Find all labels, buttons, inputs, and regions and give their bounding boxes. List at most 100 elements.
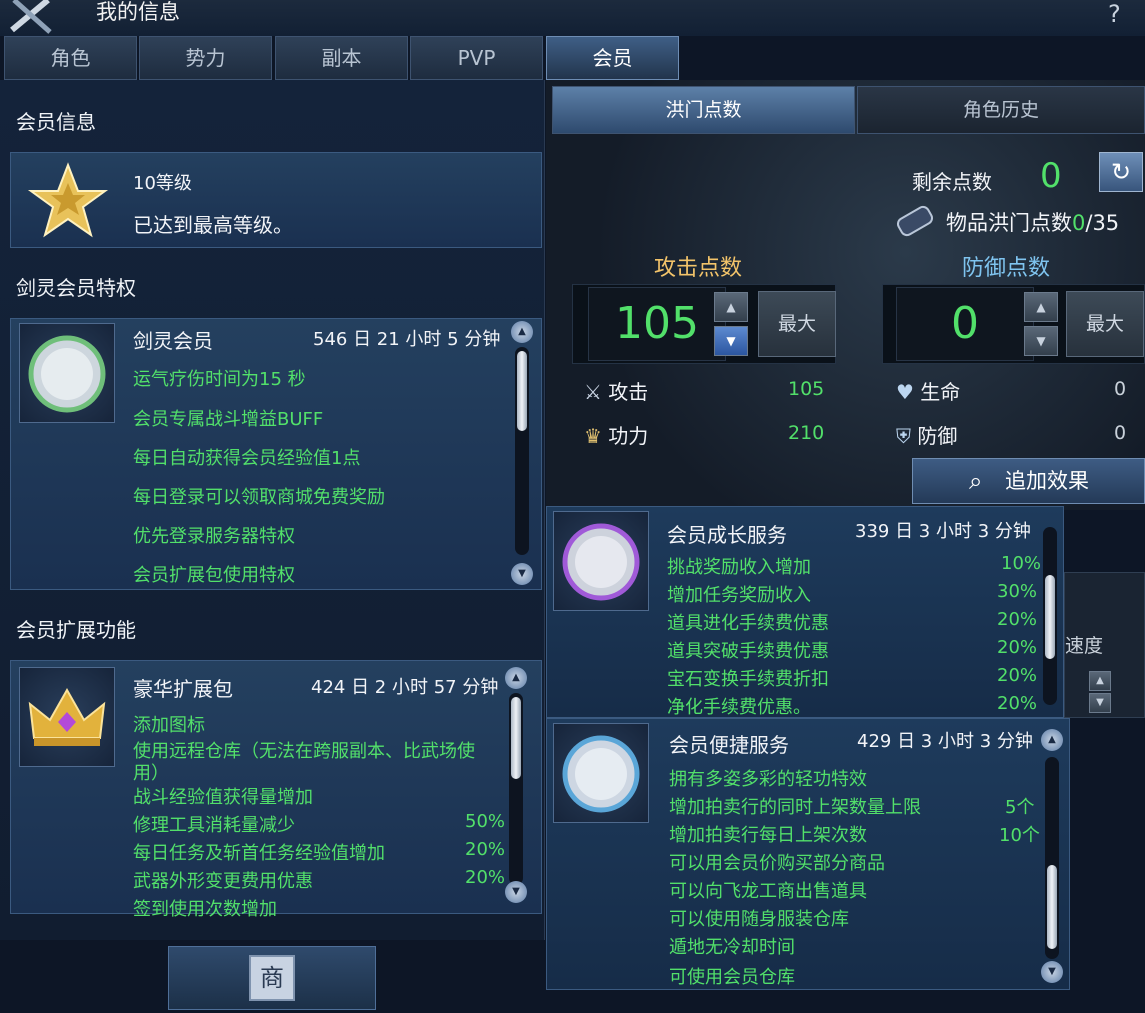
privilege-name: 剑灵会员 <box>133 329 213 353</box>
convenience-line: 拥有多姿多彩的轻功特效 <box>669 769 867 790</box>
convenience-line: 遁地无冷却时间 <box>669 937 795 958</box>
convenience-time: 429 日 3 小时 3 分钟 <box>857 731 1033 752</box>
growth-line: 挑战奖励收入增加 <box>667 557 811 578</box>
attack-decrease-button[interactable]: ▼ <box>714 326 748 356</box>
tab-membership[interactable]: 会员 <box>546 36 679 80</box>
defense-stat-row: ⛨ 防御 <box>896 420 957 449</box>
privilege-line: 每日自动获得会员经验值1点 <box>133 448 361 469</box>
scroll-thumb[interactable] <box>1047 865 1057 949</box>
scroll-up-button[interactable]: ▲ <box>511 321 533 343</box>
growth-value: 20% <box>997 637 1038 658</box>
extension-scrollbar[interactable] <box>509 693 523 885</box>
defense-max-button[interactable]: 最大 <box>1066 291 1144 357</box>
health-stat-label: 生命 <box>920 380 961 404</box>
extension-value: 20% <box>465 867 506 888</box>
scroll-up-button[interactable]: ▲ <box>1041 729 1063 751</box>
defense-increase-button[interactable]: ▲ <box>1024 292 1058 322</box>
defense-decrease-button[interactable]: ▼ <box>1024 326 1058 356</box>
scroll-down-button[interactable]: ▼ <box>1041 961 1063 983</box>
extension-line: 战斗经验值获得量增加 <box>133 787 313 808</box>
remaining-points-label: 剩余点数 <box>912 170 992 194</box>
power-stat-value: 210 <box>788 422 825 444</box>
growth-value: 30% <box>997 581 1038 602</box>
convenience-name: 会员便捷服务 <box>669 733 789 757</box>
convenience-scrollbar[interactable] <box>1045 757 1059 959</box>
reset-icon[interactable]: ↻ <box>1099 152 1143 192</box>
item-points-max: /35 <box>1085 211 1120 235</box>
scroll-thumb[interactable] <box>517 351 527 431</box>
growth-emblem-icon <box>553 511 649 611</box>
growth-line: 道具突破手续费优惠 <box>667 641 829 662</box>
add-effect-button[interactable]: ⌕ 追加效果 <box>912 458 1145 504</box>
convenience-value: 10个 <box>999 825 1040 846</box>
extension-line: 修理工具消耗量减少 <box>133 815 295 836</box>
extension-card: 豪华扩展包 424 日 2 小时 57 分钟 添加图标 使用远程仓库（无法在跨服… <box>10 660 542 920</box>
scroll-up-button[interactable]: ▲ <box>505 667 527 689</box>
privilege-scrollbar[interactable] <box>515 347 529 555</box>
attack-increase-button[interactable]: ▲ <box>714 292 748 322</box>
defense-points-title: 防御点数 <box>962 256 1051 281</box>
star-badge-icon <box>27 162 109 238</box>
extension-title: 会员扩展功能 <box>16 618 136 642</box>
level-label: 10等级 <box>133 173 192 194</box>
extension-line: 使用远程仓库（无法在跨服副本、比武场使 <box>133 741 475 762</box>
level-description: 已达到最高等级。 <box>133 213 293 237</box>
extension-name: 豪华扩展包 <box>133 677 233 701</box>
tab-character-history[interactable]: 角色历史 <box>857 86 1145 134</box>
attack-stat-label: 攻击 <box>608 380 649 404</box>
extension-value: 50% <box>465 811 506 832</box>
item-points-label: 物品洪门点数 <box>946 211 1072 235</box>
fragment-down-button[interactable]: ▼ <box>1089 693 1111 713</box>
privilege-line: 优先登录服务器特权 <box>133 526 295 547</box>
help-icon[interactable]: ? <box>1108 0 1121 28</box>
fragment-up-button[interactable]: ▲ <box>1089 671 1111 691</box>
privilege-line: 每日登录可以领取商城免费奖励 <box>133 487 385 508</box>
convenience-line: 可以用会员价购买部分商品 <box>669 853 885 874</box>
attack-points-title: 攻击点数 <box>654 256 743 281</box>
item-points-row: 物品洪门点数0/35 <box>946 207 1119 237</box>
crossed-swords-icon <box>10 0 52 34</box>
item-points-value: 0 <box>1072 211 1086 235</box>
add-effect-label: 追加效果 <box>1005 469 1089 493</box>
scroll-down-button[interactable]: ▼ <box>511 563 533 585</box>
sword-icon: ⚔ <box>584 380 602 404</box>
convenience-line: 可以使用随身服装仓库 <box>669 909 849 930</box>
convenience-value: 5个 <box>1005 797 1035 818</box>
tab-character[interactable]: 角色 <box>4 36 137 80</box>
scroll-item-icon <box>896 205 934 237</box>
scroll-thumb[interactable] <box>1045 575 1055 659</box>
shop-button[interactable]: 商 <box>168 946 376 1010</box>
scroll-down-button[interactable]: ▼ <box>505 881 527 903</box>
extension-value: 20% <box>465 839 506 860</box>
crown-small-icon: ♛ <box>584 424 602 448</box>
growth-line: 增加任务奖励收入 <box>667 585 811 606</box>
shield-icon: ⛨ <box>896 424 911 448</box>
growth-scrollbar[interactable] <box>1043 527 1057 705</box>
extension-line: 每日任务及斩首任务经验值增加 <box>133 843 385 864</box>
attack-value: 105 <box>588 287 726 361</box>
tab-hongmen-points[interactable]: 洪门点数 <box>552 86 855 134</box>
extension-line: 武器外形变更费用优惠 <box>133 871 313 892</box>
growth-service-card: 会员成长服务 339 日 3 小时 3 分钟 挑战奖励收入增加 10% 增加任务… <box>546 506 1064 718</box>
tab-dungeon[interactable]: 副本 <box>275 36 408 80</box>
member-emblem-icon <box>19 323 115 423</box>
growth-line: 净化手续费优惠。 <box>667 697 811 718</box>
convenience-service-card: 会员便捷服务 429 日 3 小时 3 分钟 拥有多姿多彩的轻功特效 增加拍卖行… <box>546 718 1070 990</box>
growth-value: 20% <box>997 693 1038 714</box>
title-bar: 我的信息 ? <box>0 0 1145 36</box>
member-info-title: 会员信息 <box>16 110 96 134</box>
growth-time: 339 日 3 小时 3 分钟 <box>855 521 1031 542</box>
scroll-thumb[interactable] <box>511 697 521 779</box>
growth-name: 会员成长服务 <box>667 523 787 547</box>
window-title: 我的信息 <box>96 0 180 24</box>
growth-value: 20% <box>997 665 1038 686</box>
power-stat-label: 功力 <box>608 424 649 448</box>
power-stat-row: ♛ 功力 <box>584 420 648 449</box>
heart-icon: ♥ <box>896 380 914 404</box>
privilege-line: 会员专属战斗增益BUFF <box>133 409 324 430</box>
tab-faction[interactable]: 势力 <box>139 36 272 80</box>
tab-pvp[interactable]: PVP <box>410 36 543 80</box>
background-panel-fragment: 速度 ▲ ▼ <box>1064 572 1145 718</box>
growth-value: 10% <box>1001 553 1042 574</box>
attack-max-button[interactable]: 最大 <box>758 291 836 357</box>
